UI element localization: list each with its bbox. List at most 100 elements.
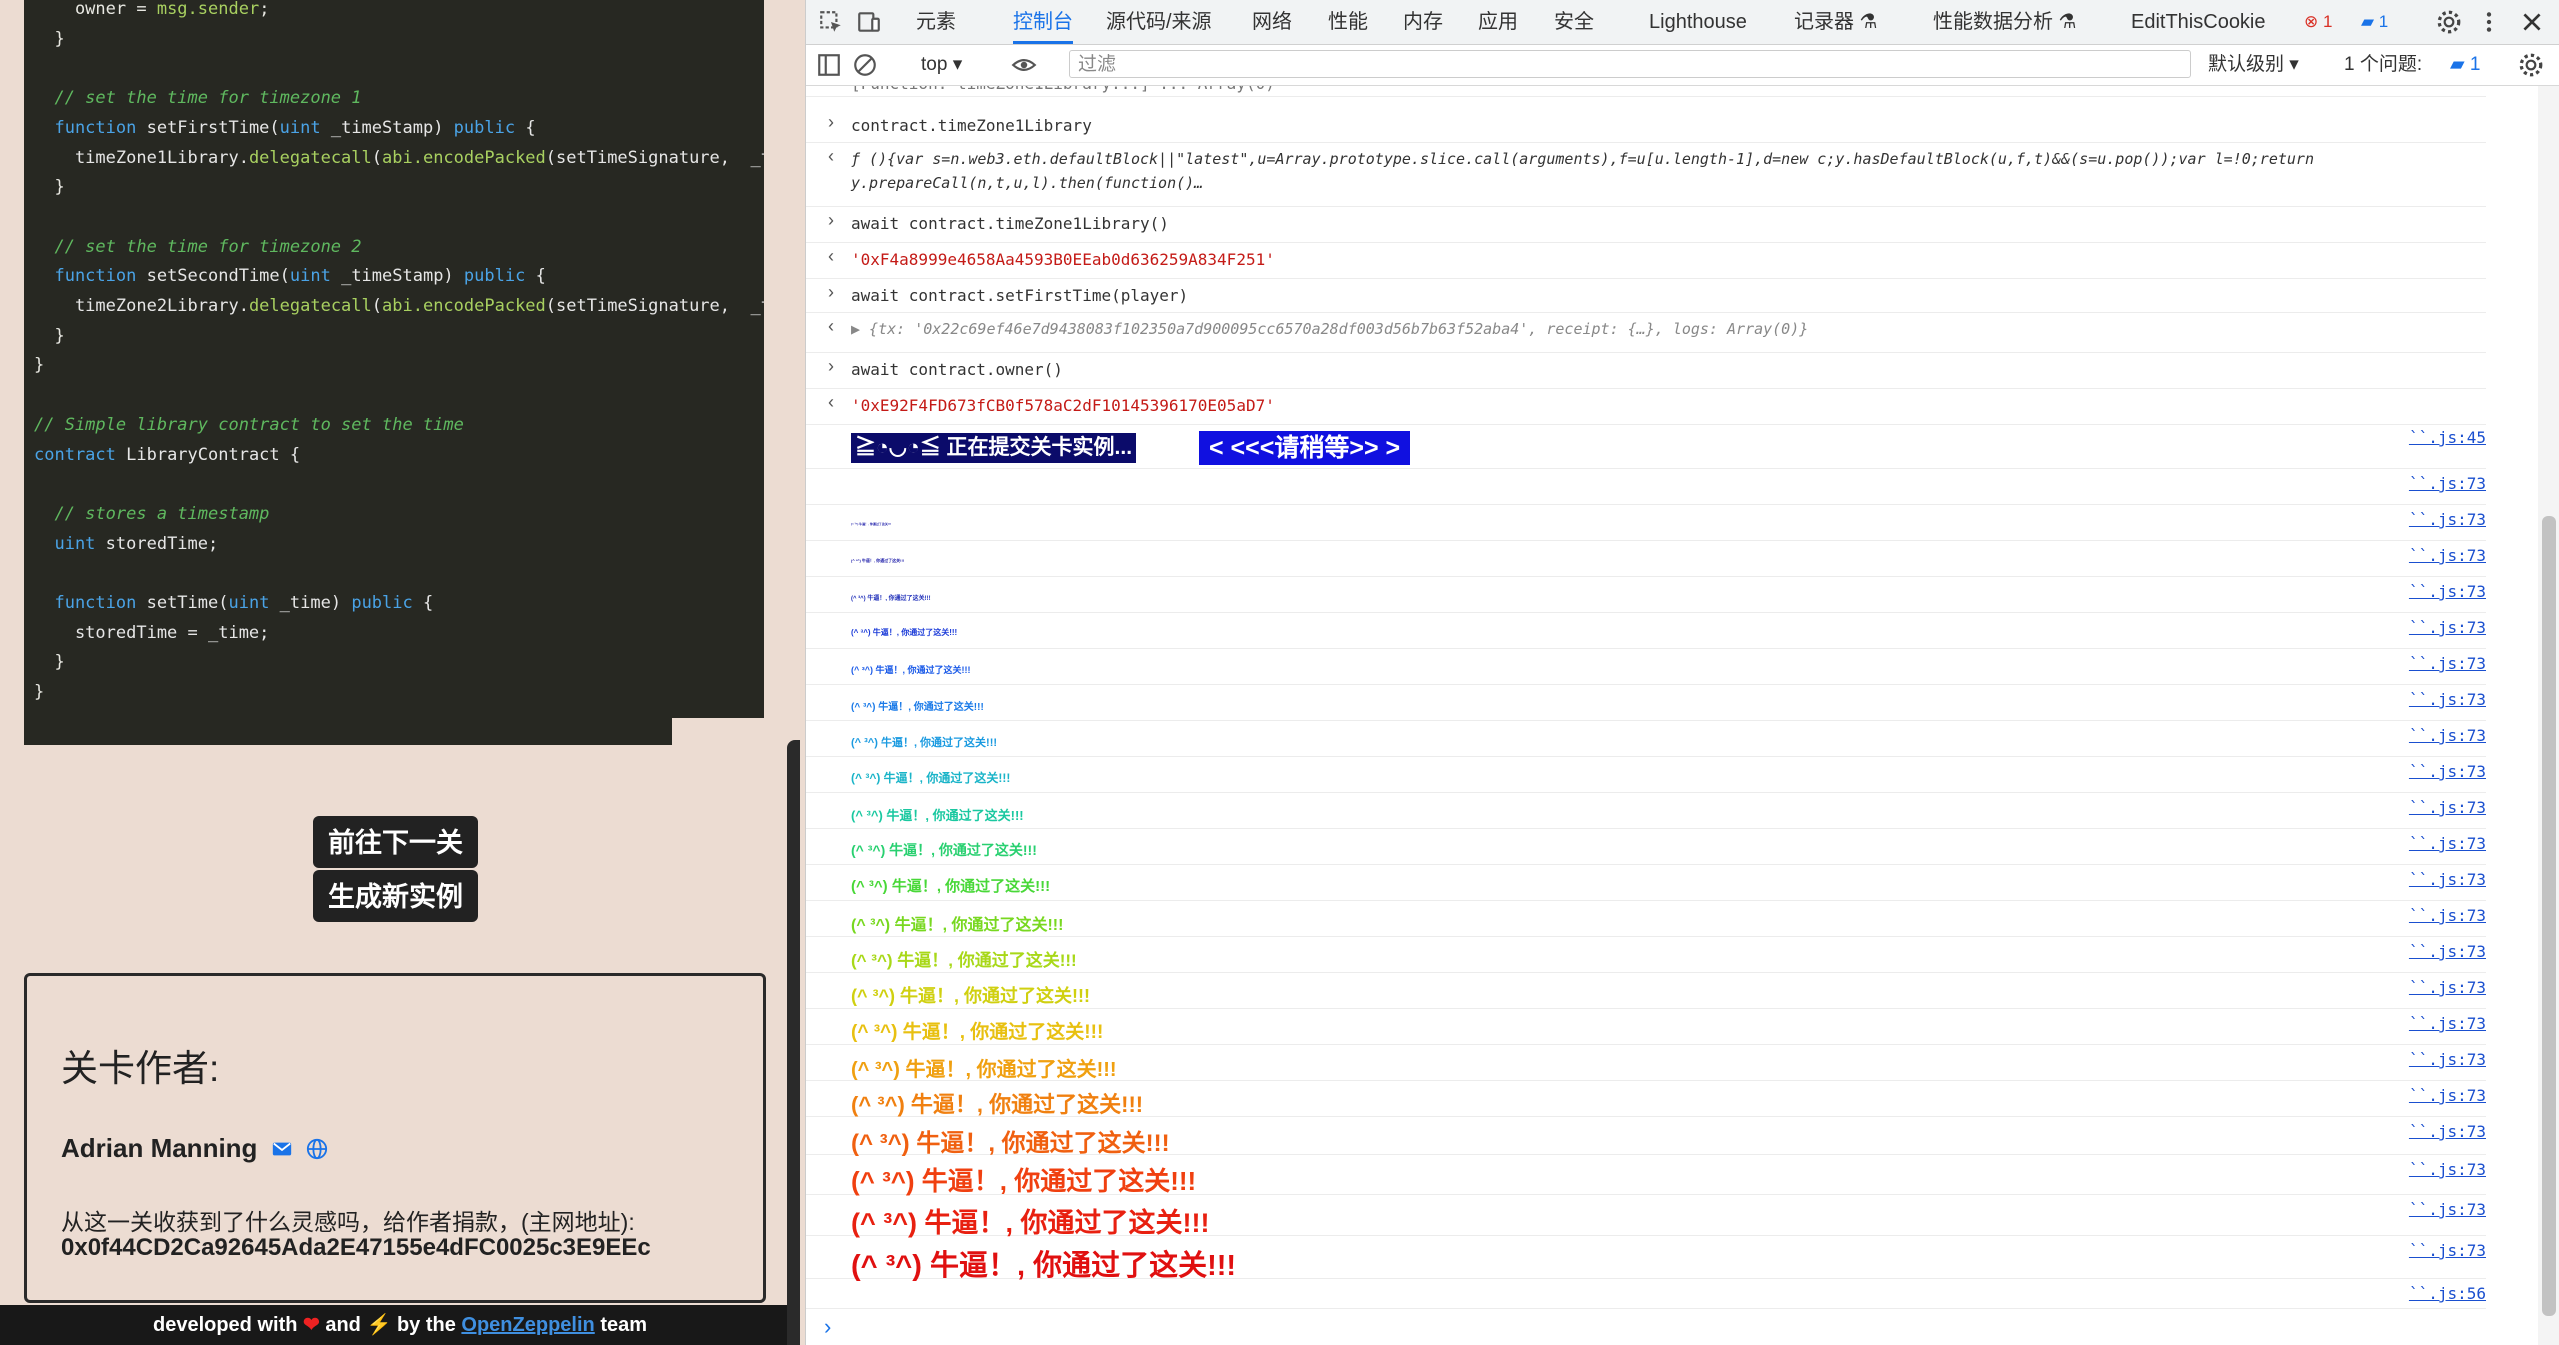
device-toolbar-icon[interactable] <box>856 9 882 35</box>
console-filter-input[interactable]: 过滤 <box>1069 50 2191 78</box>
devtools-tab[interactable]: 元素 <box>916 0 956 44</box>
log-levels-dropdown[interactable]: 默认级别 ▾ <box>2208 45 2299 85</box>
page-scrollbar[interactable] <box>787 740 800 1345</box>
console-log-row: (^ ³^) 牛逼！, 你通过了这关!!! ``.js:73 <box>806 792 2486 829</box>
source-link[interactable]: ``.js:73 <box>2409 978 2486 997</box>
console-command: await contract.setFirstTime(player) <box>851 286 1189 305</box>
console-result[interactable]: '0xE92F4FD673fCB0f578aC2dF10145396170E05… <box>851 396 1275 415</box>
devtools-panel: 元素 控制台 源代码/来源 网络 性能 内存 应用 安全 Lighthouse 记录器 ⚗ 性能数据… <box>805 0 2559 1345</box>
issues-label[interactable]: 1 个问题: <box>2344 45 2422 85</box>
devtools-tab[interactable]: 性能数据分析 ⚗ <box>1933 0 2077 44</box>
code-line: } <box>34 174 65 200</box>
code-line: contract LibraryContract { <box>34 442 300 468</box>
devtools-tab[interactable]: 安全 <box>1554 0 1594 44</box>
source-link[interactable]: ``.js:73 <box>2409 1086 2486 1105</box>
source-link[interactable]: ``.js:73 <box>2409 1050 2486 1069</box>
level-page: owner = msg.sender; } // set the time fo… <box>0 0 800 1345</box>
source-link[interactable]: ``.js:73 <box>2409 546 2486 565</box>
console-scrollbar[interactable] <box>2538 86 2559 1345</box>
devtools-tab[interactable]: 内存 <box>1403 0 1443 44</box>
source-link[interactable]: ``.js:56 <box>2409 1284 2486 1303</box>
console-log-row: ≧◔◡◔≦ 正在提交关卡实例... < <<<请稍等>> > ``.js:45 <box>806 424 2486 469</box>
issues-badge[interactable]: ▰ 1 <box>2450 45 2480 85</box>
output-arrow-icon: ‹ <box>828 146 834 166</box>
error-badge[interactable]: ⊗ 1 <box>2304 2 2332 42</box>
source-link[interactable]: ``.js:73 <box>2409 762 2486 781</box>
console-log-row: (^ ³^) 牛逼！, 你通过了这关!!! ``.js:73 <box>806 1194 2486 1238</box>
source-link[interactable]: ``.js:73 <box>2409 834 2486 853</box>
console-prompt[interactable]: › <box>824 1314 831 1340</box>
close-devtools-icon[interactable] <box>2519 9 2545 35</box>
author-name: Adrian Manning <box>61 1133 258 1163</box>
devtools-tab[interactable]: 网络 <box>1252 0 1292 44</box>
context-selector[interactable]: top ▾ <box>921 45 962 85</box>
success-message: (^ ³^) 牛逼！, 你通过了这关!!! <box>851 558 905 563</box>
clear-console-icon[interactable] <box>852 52 878 78</box>
code-corner <box>672 718 764 745</box>
source-link[interactable]: ``.js:73 <box>2409 618 2486 637</box>
console-result[interactable]: ▶ {tx: '0x22c69ef46e7d9438083f102350a7d9… <box>851 320 1808 338</box>
code-line: // set the time for timezone 2 <box>34 234 361 260</box>
success-message: (^ ³^) 牛逼！, 你通过了这关!!! <box>851 878 1051 895</box>
more-options-icon[interactable] <box>2476 9 2502 35</box>
devtools-tab[interactable]: Lighthouse <box>1649 0 1747 44</box>
code-token: public <box>453 117 516 138</box>
console-scroll-thumb[interactable] <box>2542 516 2556 1316</box>
source-link[interactable]: ``.js:73 <box>2409 1200 2486 1219</box>
submit-banner-right: < <<<请稍等>> > <box>1199 431 1411 465</box>
message-badge[interactable]: ▰ 1 <box>2361 2 2388 42</box>
code-token: storedTime = _time; <box>34 622 270 643</box>
next-level-button[interactable]: 前往下一关 <box>313 816 478 868</box>
console-log-row: (^ ³^) 牛逼！, 你通过了这关!!! ``.js:73 <box>806 720 2486 757</box>
console-log-row: (^ ³^) 牛逼！, 你通过了这关!!! ``.js:73 <box>806 504 2486 541</box>
source-link[interactable]: ``.js:73 <box>2409 1160 2486 1179</box>
globe-icon[interactable] <box>306 1138 328 1160</box>
source-link[interactable]: ``.js:73 <box>2409 1122 2486 1141</box>
footer-and: and <box>325 1314 361 1336</box>
source-link[interactable]: ``.js:73 <box>2409 906 2486 925</box>
source-link[interactable]: ``.js:73 <box>2409 582 2486 601</box>
openzeppelin-link[interactable]: OpenZeppelin <box>461 1314 594 1336</box>
code-token: timeZone2Library. <box>34 296 249 316</box>
console-command: await contract.owner() <box>851 360 1063 379</box>
inspect-element-icon[interactable] <box>818 9 844 35</box>
source-link[interactable]: ``.js:73 <box>2409 690 2486 709</box>
console-result[interactable]: '0xF4a8999e4658Aa4593B0EEab0d636259A834F… <box>851 250 1275 269</box>
success-message: (^ ³^) 牛逼！, 你通过了这关!!! <box>851 1059 1117 1081</box>
source-link[interactable]: ``.js:73 <box>2409 510 2486 529</box>
source-link[interactable]: ``.js:73 <box>2409 1014 2486 1033</box>
devtools-tab[interactable]: 源代码/来源 <box>1106 0 1212 44</box>
devtools-tab[interactable]: 控制台 <box>1013 0 1073 44</box>
source-link[interactable]: ``.js:73 <box>2409 654 2486 673</box>
live-expression-eye-icon[interactable] <box>1011 52 1037 78</box>
code-token: } <box>34 177 65 198</box>
source-link[interactable]: ``.js:45 <box>2409 428 2486 447</box>
console-entry: ‹ '0xF4a8999e4658Aa4593B0EEab0d636259A834… <box>806 242 2486 279</box>
error-count: 1 <box>2322 12 2333 31</box>
devtools-tab[interactable]: 应用 <box>1478 0 1518 44</box>
console-log-row: (^ ³^) 牛逼！, 你通过了这关!!! ``.js:73 <box>806 900 2486 937</box>
source-link[interactable]: ``.js:73 <box>2409 942 2486 961</box>
source-link[interactable]: ``.js:73 <box>2409 726 2486 745</box>
source-link[interactable]: ``.js:73 <box>2409 870 2486 889</box>
code-token: ( <box>371 296 383 316</box>
console-log-row: (^ ³^) 牛逼！, 你通过了这关!!! ``.js:73 <box>806 540 2486 577</box>
email-icon[interactable] <box>271 1138 293 1160</box>
devtools-tab[interactable]: 性能 <box>1328 0 1368 44</box>
code-token: // Simple library contract to set the ti… <box>34 414 464 435</box>
sidebar-toggle-icon[interactable] <box>816 52 842 78</box>
code-token: // stores a timestamp <box>34 503 270 524</box>
new-instance-button[interactable]: 生成新实例 <box>313 870 478 922</box>
success-message: (^ ³^) 牛逼！, 你通过了这关!!! <box>851 1166 1197 1196</box>
source-link[interactable]: ``.js:73 <box>2409 798 2486 817</box>
code-line: // Simple library contract to set the ti… <box>34 412 464 438</box>
source-link[interactable]: ``.js:73 <box>2409 474 2486 493</box>
devtools-tab[interactable]: EditThisCookie <box>2131 0 2266 44</box>
console-result[interactable]: ƒ (){var s=n.web3.eth.defaultBlock||"lat… <box>851 150 2314 168</box>
source-link[interactable]: ``.js:73 <box>2409 1241 2486 1260</box>
code-token: public <box>463 266 526 287</box>
devtools-tab[interactable]: 记录器 ⚗ <box>1794 0 1878 44</box>
settings-gear-icon[interactable] <box>2436 9 2462 35</box>
console-settings-icon[interactable] <box>2518 52 2544 78</box>
footer-team: team <box>600 1314 648 1336</box>
